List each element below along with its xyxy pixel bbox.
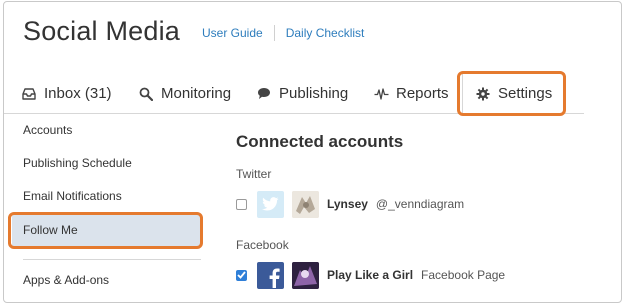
user-guide-link[interactable]: User Guide [202,26,263,40]
inbox-icon [21,86,37,102]
header-links: User Guide Daily Checklist [202,25,364,41]
pulse-icon [373,86,389,102]
account-name: Play Like a Girl [327,268,414,282]
tab-publishing[interactable]: Publishing [256,74,348,113]
tab-settings[interactable]: Settings [462,73,566,114]
search-icon [138,86,154,102]
account-row-facebook: Play Like a Girl Facebook Page [236,260,505,290]
avatar [292,261,319,289]
page-title: Social Media [23,16,180,46]
gear-icon [475,86,491,102]
link-divider [273,25,275,41]
account-checkbox[interactable] [236,269,247,281]
sidebar-divider [23,259,201,260]
sidebar-item-apps-addons[interactable]: Apps & Add-ons [23,273,109,287]
facebook-section-label: Facebook [236,238,289,252]
app-window: Social Media User Guide Daily Checklist … [3,1,622,303]
speech-bubble-icon [256,86,272,102]
twitter-logo-icon [257,190,284,218]
connected-accounts-panel: Connected accounts Twitter Lynsey @_venn… [236,132,505,289]
section-title: Connected accounts [236,132,404,151]
tab-label: Inbox (31) [44,85,112,102]
sidebar-item-email-notifications[interactable]: Email Notifications [23,189,122,203]
account-handle: @_venndiagram [375,197,465,211]
checkmark-icon [237,271,246,279]
sidebar-item-follow-me[interactable]: Follow Me [23,223,78,237]
account-row-twitter: Lynsey @_venndiagram [236,189,464,219]
account-name: Lynsey [327,197,368,211]
facebook-logo-icon [257,261,284,289]
account-checkbox[interactable] [236,198,247,210]
tab-label: Settings [498,85,553,102]
page-header: Social Media User Guide Daily Checklist [23,16,364,47]
tab-label: Reports [396,85,449,102]
tab-inbox[interactable]: Inbox (31) [21,74,112,113]
account-type: Facebook Page [421,268,506,282]
tab-reports[interactable]: Reports [373,74,449,113]
sidebar-item-accounts[interactable]: Accounts [23,123,72,137]
sidebar-item-publishing-schedule[interactable]: Publishing Schedule [23,156,132,170]
avatar [292,190,319,218]
twitter-section-label: Twitter [236,167,272,181]
tab-label: Monitoring [161,85,232,102]
main-tabs: Inbox (31) Monitoring Publishing Reports… [4,73,584,114]
daily-checklist-link[interactable]: Daily Checklist [286,26,365,40]
tab-monitoring[interactable]: Monitoring [138,74,231,113]
tab-label: Publishing [279,85,349,102]
